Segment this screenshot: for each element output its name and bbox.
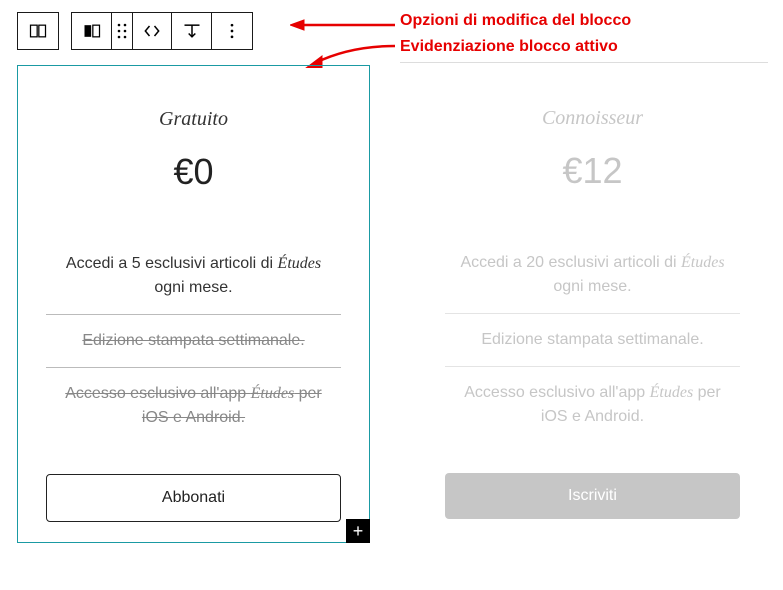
columns-button[interactable] (18, 13, 58, 49)
plan-price: €12 (445, 150, 740, 192)
pricing-card-free[interactable]: Gratuito €0 Accedi a 5 esclusivi articol… (17, 65, 370, 543)
subscribe-button[interactable]: Abbonati (46, 474, 341, 522)
pricing-card-connoisseur[interactable]: Connoisseur €12 Accedi a 20 esclusivi ar… (417, 65, 768, 543)
feature-item: Edizione stampata settimanale. (445, 314, 740, 367)
plus-icon: + (353, 521, 364, 542)
feature-text-post: ogni mese. (154, 279, 232, 296)
feature-text: Edizione stampata settimanale. (82, 332, 304, 349)
plan-name: Connoisseur (445, 107, 740, 130)
column-icon (82, 21, 102, 41)
feature-text-pre: Accesso esclusivo all'app (464, 384, 649, 401)
arrow-1 (290, 18, 395, 32)
plan-name: Gratuito (46, 108, 341, 131)
plan-price: €0 (46, 151, 341, 193)
feature-text-pre: Accesso esclusivo all'app (65, 385, 250, 402)
columns-icon (28, 21, 48, 41)
subscribe-button[interactable]: Iscriviti (445, 473, 740, 519)
align-button[interactable] (172, 13, 212, 49)
drag-icon (117, 21, 127, 41)
more-icon (222, 21, 242, 41)
feature-text-em: Études (681, 254, 725, 271)
drag-handle[interactable] (112, 13, 132, 49)
column-button[interactable] (72, 13, 112, 49)
align-icon (182, 21, 202, 41)
add-block-button[interactable]: + (346, 519, 370, 543)
annotation-options: Opzioni di modifica del blocco (400, 12, 631, 30)
move-arrows-icon (142, 21, 162, 41)
toolbar-group-block (71, 12, 253, 50)
annotation-highlight: Evidenziazione blocco attivo (400, 38, 618, 56)
feature-item: Accesso esclusivo all'app Études per iOS… (445, 367, 740, 443)
feature-item: Accedi a 5 esclusivi articoli di Études … (46, 238, 341, 315)
feature-text-pre: Accedi a 20 esclusivi articoli di (460, 254, 681, 271)
block-toolbar (17, 12, 253, 50)
feature-text: Edizione stampata settimanale. (481, 331, 703, 348)
feature-text-pre: Accedi a 5 esclusivi articoli di (66, 255, 278, 272)
feature-text-em: Études (650, 384, 694, 401)
more-options-button[interactable] (212, 13, 252, 49)
pricing-cards: Gratuito €0 Accedi a 5 esclusivi articol… (17, 65, 768, 543)
feature-item: Edizione stampata settimanale. (46, 315, 341, 368)
feature-item: Accesso esclusivo all'app Études per iOS… (46, 368, 341, 444)
feature-text-em: Études (278, 255, 322, 272)
toolbar-group-parent (17, 12, 59, 50)
move-button[interactable] (132, 13, 172, 49)
arrow-2 (300, 38, 395, 68)
top-separator (400, 62, 768, 63)
feature-text-em: Études (251, 385, 295, 402)
feature-text-post: ogni mese. (553, 278, 631, 295)
feature-item: Accedi a 20 esclusivi articoli di Études… (445, 237, 740, 314)
